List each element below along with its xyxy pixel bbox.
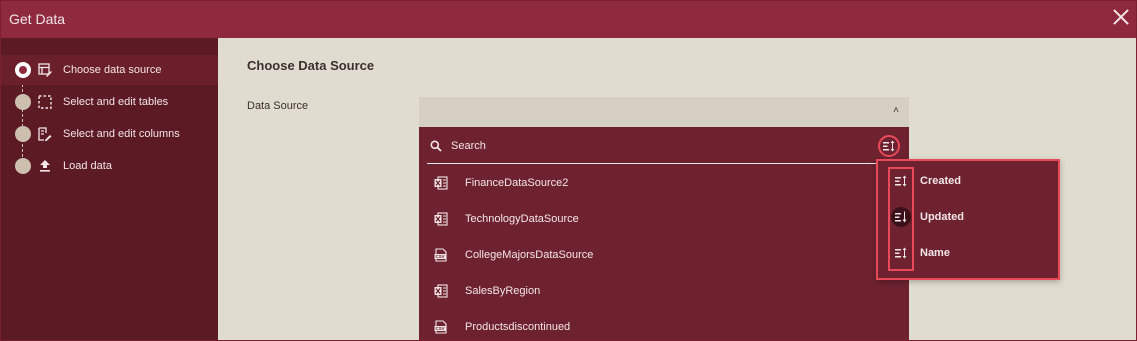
sort-icon <box>883 140 895 152</box>
main-panel: Choose Data Source Data Source ˄ Finan <box>218 38 1136 340</box>
data-source-item-label: TechnologyDataSource <box>465 213 579 225</box>
step-select-edit-columns[interactable]: Select and edit columns <box>1 119 218 149</box>
upload-icon <box>38 159 52 173</box>
data-source-item-label: Productsdiscontinued <box>465 321 571 333</box>
sort-button[interactable] <box>878 135 900 157</box>
csv-file-icon: CSV <box>434 248 448 262</box>
excel-file-icon <box>434 284 448 298</box>
data-source-item[interactable]: CSV Productsdiscontinued <box>419 309 909 340</box>
data-source-item[interactable]: SalesByRegion <box>419 273 909 309</box>
page-title: Choose Data Source <box>247 58 375 73</box>
close-icon[interactable] <box>1112 8 1130 26</box>
excel-file-icon <box>434 212 448 226</box>
dialog-title: Get Data <box>9 11 66 27</box>
step-label: Select and edit tables <box>63 96 169 108</box>
sort-icon <box>891 171 911 191</box>
wizard-steps-sidebar: Choose data source Select and edit table… <box>1 38 218 340</box>
step-choose-data-source[interactable]: Choose data source <box>1 55 218 85</box>
svg-text:CSV: CSV <box>435 326 444 331</box>
search-row <box>419 127 909 165</box>
sort-options-menu: Created Updated Name <box>876 159 1060 280</box>
search-icon <box>430 139 442 152</box>
step-indicator <box>15 158 31 174</box>
data-source-dropdown: FinanceDataSource2 TechnologyDataSource … <box>419 127 909 340</box>
step-indicator-active <box>15 62 31 78</box>
sort-option-name[interactable]: Name <box>878 235 1058 271</box>
data-source-item[interactable]: TechnologyDataSource <box>419 201 909 237</box>
data-source-item-label: CollegeMajorsDataSource <box>465 249 594 261</box>
table-edit-icon <box>38 63 52 77</box>
sort-option-label: Name <box>920 247 950 259</box>
sort-option-label: Updated <box>920 211 964 223</box>
sort-descending-icon <box>891 207 911 227</box>
get-data-dialog: Get Data Choose data source Select and e… <box>0 0 1137 341</box>
csv-file-icon: CSV <box>434 320 448 334</box>
search-input[interactable] <box>451 137 841 155</box>
step-load-data[interactable]: Load data <box>1 151 218 181</box>
chevron-up-icon[interactable]: ˄ <box>893 105 899 116</box>
svg-text:CSV: CSV <box>435 254 444 259</box>
column-edit-icon <box>38 127 52 141</box>
step-label: Load data <box>63 160 112 172</box>
dashed-select-icon <box>38 95 52 109</box>
step-label: Choose data source <box>63 64 162 76</box>
step-indicator <box>15 94 31 110</box>
sort-option-updated[interactable]: Updated <box>878 199 1058 235</box>
step-label: Select and edit columns <box>63 128 180 140</box>
data-source-item[interactable]: FinanceDataSource2 <box>419 165 909 201</box>
data-source-item[interactable]: CSV CollegeMajorsDataSource <box>419 237 909 273</box>
excel-file-icon <box>434 176 448 190</box>
step-select-edit-tables[interactable]: Select and edit tables <box>1 87 218 117</box>
data-source-item-label: FinanceDataSource2 <box>465 177 569 189</box>
data-source-item-label: SalesByRegion <box>465 285 541 297</box>
data-source-select[interactable]: ˄ <box>419 97 909 127</box>
sort-option-label: Created <box>920 175 961 187</box>
title-bar: Get Data <box>1 1 1136 38</box>
sort-icon <box>891 243 911 263</box>
step-indicator <box>15 126 31 142</box>
sort-option-created[interactable]: Created <box>878 163 1058 199</box>
data-source-label: Data Source <box>247 100 309 112</box>
search-underline <box>427 163 901 164</box>
